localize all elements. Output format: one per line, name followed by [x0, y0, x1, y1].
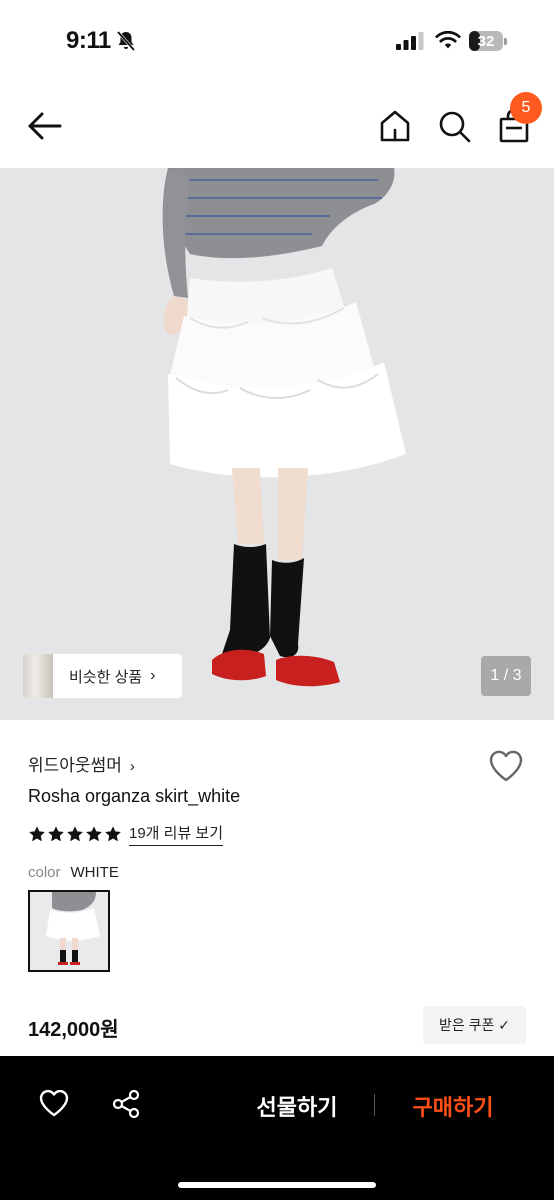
star-icon [105, 826, 121, 842]
star-icon [29, 826, 45, 842]
reviews-link[interactable]: 19개 리뷰 보기 [129, 822, 224, 846]
color-option-swatch[interactable] [28, 890, 110, 972]
star-rating [28, 825, 123, 843]
battery-percentage: 32 [477, 33, 495, 50]
cart-count-badge: 5 [510, 92, 542, 124]
rating-row: 19개 리뷰 보기 [28, 822, 224, 846]
star-icon [86, 826, 102, 842]
similar-product-thumbnail [23, 654, 53, 698]
buy-button[interactable]: 구매하기 [396, 1090, 510, 1120]
image-page-indicator: 1 / 3 [481, 656, 531, 696]
chevron-right-icon: › [150, 667, 156, 684]
gift-button[interactable]: 선물하기 [240, 1090, 354, 1120]
color-row: color WHITE [28, 864, 119, 881]
signal-icon [396, 32, 424, 50]
wifi-icon [435, 30, 461, 49]
similar-products-label: 비슷한 상품 [69, 668, 143, 686]
home-indicator [178, 1182, 376, 1188]
product-image-carousel[interactable]: 비슷한 상품 › 1 / 3 [0, 168, 554, 720]
similar-products-button[interactable]: 비슷한 상품 › [23, 654, 182, 698]
back-arrow-icon[interactable] [24, 106, 66, 146]
top-navigation: 5 [0, 84, 554, 168]
heart-icon[interactable] [38, 1088, 70, 1118]
star-icon [48, 826, 64, 842]
received-coupon-button[interactable]: 받은 쿠폰 ✓ [423, 1006, 526, 1044]
product-price: 142,000원 [28, 1019, 119, 1041]
bell-muted-icon [116, 31, 136, 51]
share-icon[interactable] [110, 1088, 142, 1120]
battery-indicator: 32 [469, 31, 507, 51]
color-label: color [28, 864, 61, 881]
status-bar: 9:11 32 [0, 0, 554, 84]
bottom-action-bar: 선물하기 구매하기 [0, 1056, 554, 1200]
home-icon[interactable] [376, 106, 414, 146]
color-value: WHITE [70, 864, 119, 881]
wishlist-heart-icon[interactable] [487, 748, 525, 784]
search-icon[interactable] [434, 106, 474, 146]
product-name: Rosha organza skirt_white [28, 786, 241, 806]
chevron-right-icon: › [129, 758, 135, 775]
divider [374, 1094, 375, 1116]
brand-name: 위드아웃썸머 [28, 756, 122, 775]
status-time: 9:11 [66, 27, 111, 54]
swatch-thumbnail [30, 892, 108, 970]
star-icon [67, 826, 83, 842]
brand-link[interactable]: 위드아웃썸머 › [28, 751, 135, 776]
product-photo [0, 168, 554, 720]
